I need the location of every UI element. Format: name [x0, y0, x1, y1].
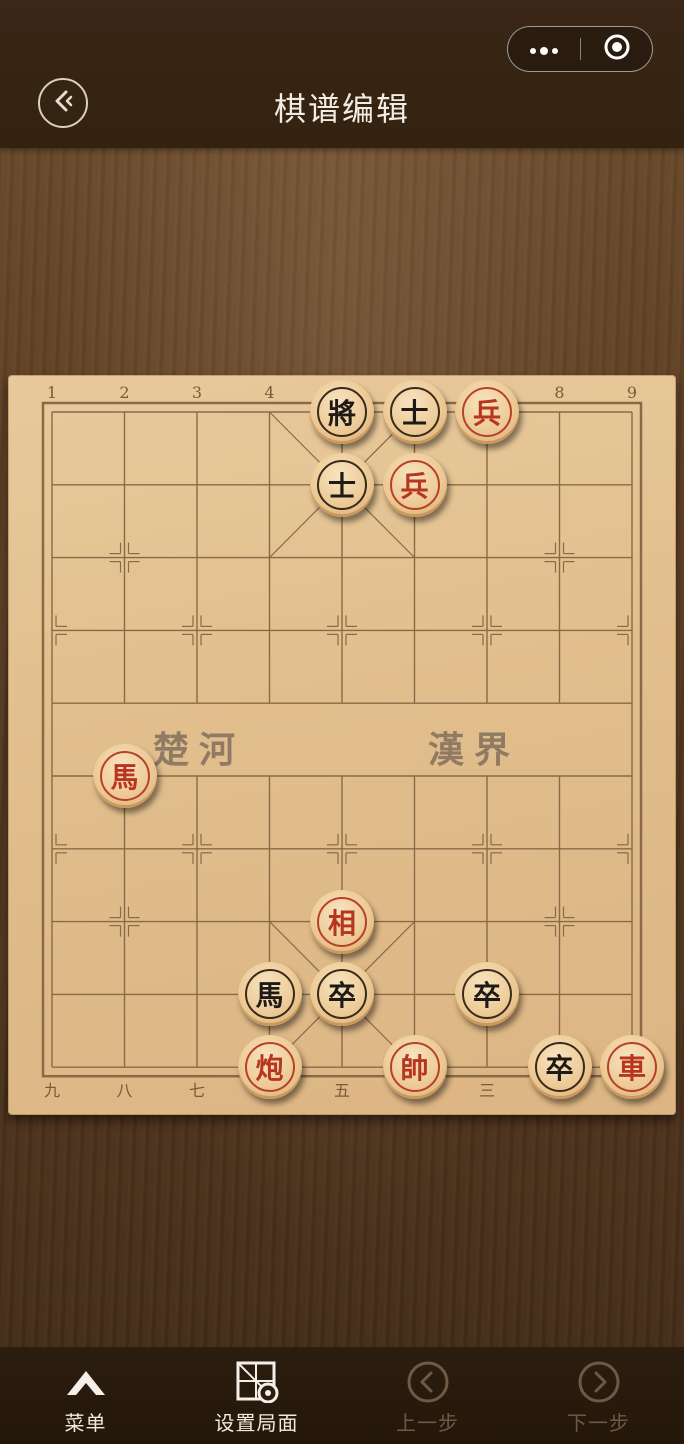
bottom-toolbar: 菜单 设置局面 上一步 下一步	[0, 1347, 684, 1444]
river-label-right: 漢界	[428, 729, 521, 771]
piece-label: 卒	[317, 969, 367, 1020]
file-coordinate-top: 4	[264, 383, 275, 402]
close-button[interactable]	[581, 27, 652, 71]
piece-black[interactable]: 卒	[455, 962, 519, 1027]
next-step-label: 下一步	[567, 1411, 630, 1435]
piece-black[interactable]: 將	[310, 380, 374, 444]
piece-red[interactable]: 車	[600, 1035, 664, 1100]
file-coordinate-top: 9	[626, 383, 638, 402]
piece-label: 帥	[389, 1042, 440, 1093]
piece-label: 兵	[389, 459, 440, 510]
piece-black[interactable]: 馬	[237, 962, 302, 1027]
piece-label: 兵	[462, 387, 512, 437]
prev-step-label: 上一步	[396, 1411, 459, 1435]
piece-black[interactable]: 卒	[527, 1035, 592, 1100]
piece-label: 士	[389, 387, 440, 437]
mini-program-capsule	[507, 26, 653, 72]
piece-label: 卒	[462, 969, 512, 1020]
more-dots-icon	[529, 40, 559, 59]
piece-black[interactable]: 士	[310, 452, 374, 517]
menu-chevron-icon	[63, 1361, 109, 1403]
piece-red[interactable]: 兵	[455, 380, 519, 444]
piece-label: 馬	[99, 751, 150, 801]
more-button[interactable]	[508, 27, 580, 71]
piece-label: 車	[607, 1042, 657, 1093]
file-coordinate-bottom: 三	[478, 1081, 495, 1101]
file-coordinate-bottom: 八	[116, 1081, 133, 1101]
file-coordinate-top: 8	[554, 383, 565, 402]
setup-position-label: 设置局面	[214, 1411, 299, 1435]
target-circle-icon	[603, 33, 631, 65]
prev-step-icon	[406, 1361, 450, 1403]
file-coordinate-top: 3	[191, 383, 203, 402]
piece-black[interactable]: 卒	[310, 962, 374, 1027]
piece-red[interactable]: 炮	[237, 1035, 302, 1100]
file-coordinate-top: 1	[46, 383, 58, 402]
piece-label: 將	[317, 387, 367, 437]
page-title: 棋谱编辑	[273, 90, 410, 128]
piece-label: 相	[317, 896, 367, 947]
file-coordinate-bottom: 七	[188, 1081, 205, 1101]
piece-label: 炮	[244, 1042, 295, 1093]
piece-label: 士	[317, 459, 367, 510]
piece-red[interactable]: 相	[310, 889, 374, 954]
xiangqi-board[interactable]: 楚河 漢界 123456789九八七六五四三二一將士兵士兵馬相馬卒卒炮帥卒車	[8, 375, 676, 1115]
prev-step-button[interactable]: 上一步	[342, 1347, 513, 1444]
piece-black[interactable]: 士	[382, 380, 447, 444]
next-step-icon	[577, 1361, 621, 1403]
piece-label: 卒	[534, 1042, 585, 1093]
piece-red[interactable]: 兵	[382, 452, 447, 517]
file-coordinate-bottom: 九	[43, 1081, 60, 1101]
menu-label: 菜单	[64, 1411, 107, 1435]
piece-red[interactable]: 馬	[92, 744, 157, 808]
river-label-left: 楚河	[153, 729, 246, 771]
top-bar: 棋谱编辑	[0, 0, 684, 148]
menu-button[interactable]: 菜单	[0, 1347, 171, 1444]
piece-label: 馬	[244, 969, 295, 1020]
piece-red[interactable]: 帥	[382, 1035, 447, 1100]
board-settings-icon	[235, 1361, 279, 1403]
setup-position-button[interactable]: 设置局面	[171, 1347, 342, 1444]
file-coordinate-top: 2	[119, 383, 130, 402]
next-step-button[interactable]: 下一步	[513, 1347, 684, 1444]
file-coordinate-bottom: 五	[333, 1081, 350, 1101]
